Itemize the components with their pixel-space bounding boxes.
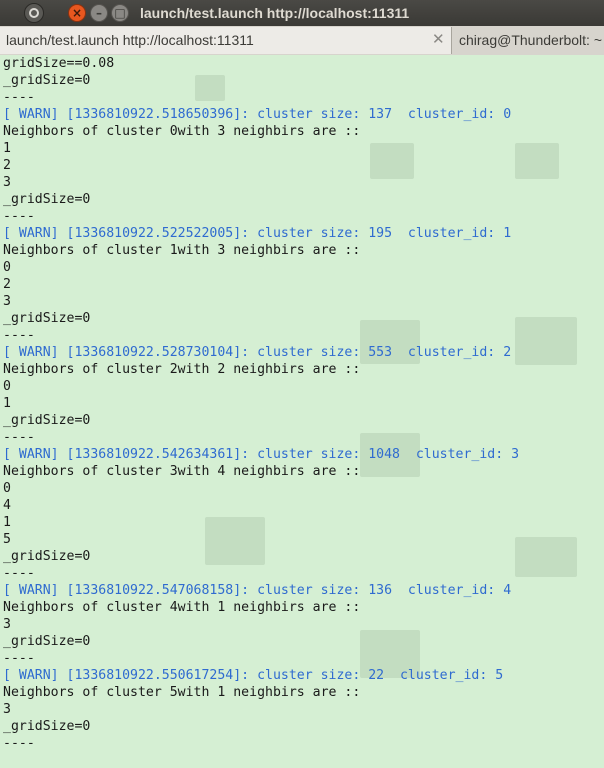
terminal-line: ---- xyxy=(3,651,35,666)
terminal-line: 1 xyxy=(3,141,11,156)
warn-log-line: [ WARN] [1336810922.528730104]: cluster … xyxy=(3,345,512,360)
close-window-button[interactable]: × xyxy=(68,4,86,22)
terminal-line: 2 xyxy=(3,158,11,173)
terminal-text: gridSize==0.08 _gridSize=0 ---- [ WARN] [13… xyxy=(3,55,519,752)
terminal-line: ---- xyxy=(3,90,35,105)
ubuntu-logo-icon[interactable] xyxy=(24,3,44,23)
terminal-line: ---- xyxy=(3,328,35,343)
warn-log-line: [ WARN] [1336810922.542634361]: cluster … xyxy=(3,447,520,462)
tab-chirag-shell[interactable]: chirag@Thunderbolt: ~ xyxy=(453,27,604,54)
terminal-line: 3 xyxy=(3,617,11,632)
terminal-line: 4 xyxy=(3,498,11,513)
terminal-line: 0 xyxy=(3,260,11,275)
tab-bar: launch/test.launch http://localhost:1131… xyxy=(0,26,604,56)
terminal-line: _gridSize=0 xyxy=(3,311,91,326)
terminal-line: 3 xyxy=(3,175,11,190)
desktop-ghost-icon xyxy=(515,537,577,577)
minimize-window-button[interactable]: – xyxy=(90,4,108,22)
warn-log-line: [ WARN] [1336810922.550617254]: cluster … xyxy=(3,668,504,683)
terminal-line: _gridSize=0 xyxy=(3,719,91,734)
terminal-line: _gridSize=0 xyxy=(3,634,91,649)
terminal-line: Neighbors of cluster 1with 3 neighbirs a… xyxy=(3,243,361,258)
terminal-line: 2 xyxy=(3,277,11,292)
tab-close-icon[interactable]: ✕ xyxy=(432,30,445,48)
terminal-line: _gridSize=0 xyxy=(3,413,91,428)
terminal-line: _gridSize=0 xyxy=(3,192,91,207)
maximize-window-button[interactable]: □ xyxy=(111,4,129,22)
terminal-line: 1 xyxy=(3,396,11,411)
terminal-line: Neighbors of cluster 0with 3 neighbirs a… xyxy=(3,124,361,139)
terminal-line: ---- xyxy=(3,430,35,445)
terminal-line: 0 xyxy=(3,481,11,496)
terminal-line: 3 xyxy=(3,294,11,309)
terminal-output[interactable]: gridSize==0.08 _gridSize=0 ---- [ WARN] [13… xyxy=(0,55,604,768)
terminal-line: gridSize==0.08 xyxy=(3,56,115,71)
terminal-line: Neighbors of cluster 3with 4 neighbirs a… xyxy=(3,464,361,479)
tab-launch[interactable]: launch/test.launch http://localhost:1131… xyxy=(0,27,452,54)
terminal-line: 5 xyxy=(3,532,11,547)
terminal-line: Neighbors of cluster 4with 1 neighbirs a… xyxy=(3,600,361,615)
terminal-line: 3 xyxy=(3,702,11,717)
terminal-line: ---- xyxy=(3,209,35,224)
terminal-line: 1 xyxy=(3,515,11,530)
window-title: launch/test.launch http://localhost:1131… xyxy=(140,5,410,21)
terminal-window: × – □ launch/test.launch http://localhos… xyxy=(0,0,604,768)
terminal-line: ---- xyxy=(3,736,35,751)
warn-log-line: [ WARN] [1336810922.518650396]: cluster … xyxy=(3,107,512,122)
desktop-ghost-icon xyxy=(515,143,559,179)
title-bar: × – □ launch/test.launch http://localhos… xyxy=(0,0,604,26)
tab-label: launch/test.launch http://localhost:1131… xyxy=(6,32,254,48)
terminal-line: ---- xyxy=(3,566,35,581)
warn-log-line: [ WARN] [1336810922.547068158]: cluster … xyxy=(3,583,512,598)
terminal-line: _gridSize=0 xyxy=(3,73,91,88)
desktop-ghost-icon xyxy=(515,317,577,365)
terminal-line: _gridSize=0 xyxy=(3,549,91,564)
terminal-line: 0 xyxy=(3,379,11,394)
terminal-line: Neighbors of cluster 5with 1 neighbirs a… xyxy=(3,685,361,700)
warn-log-line: [ WARN] [1336810922.522522005]: cluster … xyxy=(3,226,512,241)
terminal-line: Neighbors of cluster 2with 2 neighbirs a… xyxy=(3,362,361,377)
tab-label: chirag@Thunderbolt: ~ xyxy=(459,32,603,48)
